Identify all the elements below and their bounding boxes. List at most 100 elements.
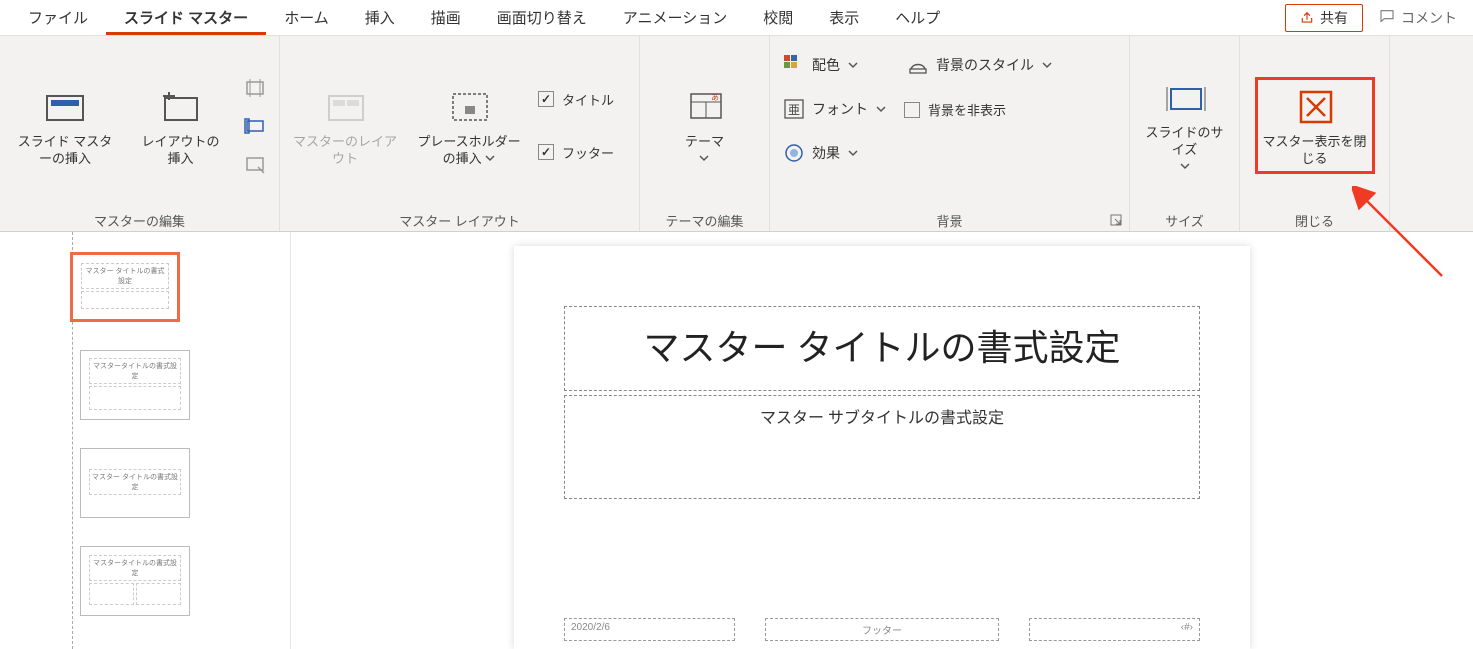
- fonts-icon: 亜: [784, 99, 804, 119]
- placeholder-footer[interactable]: フッター: [765, 618, 999, 641]
- tab-animation[interactable]: アニメーション: [605, 1, 745, 34]
- bg-styles-button[interactable]: 背景のスタイル: [904, 52, 1056, 78]
- tab-insert[interactable]: 挿入: [347, 1, 413, 34]
- group-label-master-layout: マスター レイアウト: [290, 205, 629, 227]
- master-layout-icon: [321, 84, 369, 128]
- ribbon: スライド マスターの挿入 レイアウトの挿入 マスターの編集: [0, 36, 1473, 232]
- thumbnail-title: マスタータイトルの書式設定: [89, 555, 181, 581]
- rename-icon: [244, 115, 266, 137]
- fonts-button[interactable]: 亜 フォント: [780, 96, 890, 122]
- fonts-label: フォント: [812, 99, 868, 119]
- annotation-highlight: マスター表示を閉じる: [1255, 77, 1375, 175]
- master-layout-label: マスターのレイアウト: [292, 134, 398, 168]
- checkbox-icon: [538, 144, 554, 160]
- thumbnail-layout[interactable]: マスター タイトルの書式設定: [80, 448, 190, 518]
- delete-icon: [244, 77, 266, 99]
- tab-help[interactable]: ヘルプ: [877, 1, 958, 34]
- close-icon: [1291, 84, 1339, 128]
- effects-icon: [784, 143, 804, 163]
- placeholder-subtitle[interactable]: マスター サブタイトルの書式設定: [564, 395, 1200, 499]
- svg-text:亜: 亜: [788, 103, 800, 117]
- title-checkbox[interactable]: タイトル: [538, 86, 614, 113]
- tab-file[interactable]: ファイル: [10, 1, 106, 34]
- tab-review[interactable]: 校閲: [745, 1, 811, 34]
- thumbnail-pane: マスター タイトルの書式設定 マスタータイトルの書式設定 マスター タイトルの書…: [0, 232, 290, 649]
- chevron-down-icon: [699, 153, 709, 163]
- chevron-down-icon: [1180, 161, 1190, 171]
- thumbnail-title: マスター タイトルの書式設定: [89, 469, 181, 495]
- chevron-down-icon: [848, 148, 858, 158]
- group-label-edit-master: マスターの編集: [10, 205, 269, 227]
- delete-button[interactable]: [241, 74, 269, 102]
- comment-label: コメント: [1401, 8, 1457, 28]
- theme-icon: あ: [681, 84, 729, 128]
- rename-button[interactable]: [241, 112, 269, 140]
- effects-label: 効果: [812, 143, 840, 163]
- thumbnail-master[interactable]: マスター タイトルの書式設定: [70, 252, 180, 322]
- colors-button[interactable]: 配色: [780, 52, 890, 78]
- group-label-background: 背景: [780, 205, 1119, 227]
- chevron-down-icon: [848, 60, 858, 70]
- slide-size-icon: [1161, 75, 1209, 119]
- tab-view[interactable]: 表示: [811, 1, 877, 34]
- placeholder-date[interactable]: 2020/2/6: [564, 618, 735, 641]
- hide-bg-label: 背景を非表示: [928, 100, 1006, 119]
- tab-draw[interactable]: 描画: [413, 1, 479, 34]
- preserve-icon: [244, 153, 266, 175]
- layout-icon: [157, 84, 205, 128]
- bg-styles-label: 背景のスタイル: [936, 55, 1034, 75]
- group-label-size: サイズ: [1140, 205, 1229, 227]
- chevron-down-icon: [485, 153, 495, 163]
- chevron-down-icon: [1042, 60, 1052, 70]
- checkbox-icon: [538, 91, 554, 107]
- thumbnail-title: マスター タイトルの書式設定: [81, 263, 169, 289]
- share-label: 共有: [1320, 8, 1348, 28]
- insert-layout-label: レイアウトの挿入: [136, 134, 225, 168]
- insert-slide-master-label: スライド マスターの挿入: [12, 134, 118, 168]
- slide-master-icon: [41, 84, 89, 128]
- colors-icon: [784, 55, 804, 75]
- preserve-button[interactable]: [241, 150, 269, 178]
- slide-size-label: スライドのサイズ: [1142, 125, 1227, 176]
- share-icon: [1300, 11, 1314, 25]
- effects-button[interactable]: 効果: [780, 140, 890, 166]
- tab-home[interactable]: ホーム: [266, 1, 347, 34]
- theme-label: テーマ: [685, 134, 724, 168]
- thumbnail-layout[interactable]: マスタータイトルの書式設定: [80, 546, 190, 616]
- chevron-down-icon: [876, 104, 886, 114]
- colors-label: 配色: [812, 55, 840, 75]
- close-master-view-button[interactable]: マスター表示を閉じる: [1260, 82, 1370, 170]
- close-master-view-label: マスター表示を閉じる: [1262, 134, 1368, 168]
- master-layout-button: マスターのレイアウト: [290, 82, 400, 170]
- placeholder-slide-number[interactable]: ‹#›: [1029, 618, 1200, 641]
- placeholder-icon: [445, 84, 493, 128]
- slide[interactable]: マスター タイトルの書式設定 マスター サブタイトルの書式設定 2020/2/6…: [514, 246, 1250, 649]
- thumbnail-title: マスタータイトルの書式設定: [89, 358, 181, 384]
- group-label-close: 閉じる: [1250, 205, 1379, 227]
- share-button[interactable]: 共有: [1285, 4, 1363, 32]
- insert-placeholder-button[interactable]: プレースホルダーの挿入: [414, 82, 524, 170]
- group-label-theme-edit: テーマの編集: [650, 205, 759, 227]
- hide-bg-checkbox[interactable]: 背景を非表示: [904, 96, 1056, 123]
- editor-area: マスター タイトルの書式設定 マスタータイトルの書式設定 マスター タイトルの書…: [0, 232, 1473, 649]
- svg-text:あ: あ: [711, 93, 719, 102]
- comment-icon: [1379, 8, 1395, 27]
- thumbnail-layout[interactable]: マスタータイトルの書式設定: [80, 350, 190, 420]
- comment-button[interactable]: コメント: [1373, 5, 1463, 31]
- footer-checkbox[interactable]: フッター: [538, 139, 614, 166]
- dialog-launcher-icon[interactable]: [1109, 213, 1123, 227]
- slide-canvas: マスター タイトルの書式設定 マスター サブタイトルの書式設定 2020/2/6…: [290, 232, 1473, 649]
- checkbox-icon: [904, 102, 920, 118]
- placeholder-title[interactable]: マスター タイトルの書式設定: [564, 306, 1200, 391]
- title-checkbox-label: タイトル: [562, 90, 614, 109]
- tab-slide-master[interactable]: スライド マスター: [106, 1, 266, 35]
- insert-layout-button[interactable]: レイアウトの挿入: [134, 82, 227, 170]
- insert-placeholder-label: プレースホルダーの挿入: [416, 134, 522, 168]
- slide-size-button[interactable]: スライドのサイズ: [1140, 73, 1229, 178]
- tab-transition[interactable]: 画面切り替え: [479, 1, 605, 34]
- bg-style-icon: [908, 55, 928, 75]
- insert-slide-master-button[interactable]: スライド マスターの挿入: [10, 82, 120, 170]
- ribbon-tabs: ファイル スライド マスター ホーム 挿入 描画 画面切り替え アニメーション …: [0, 0, 1473, 36]
- footer-checkbox-label: フッター: [562, 143, 614, 162]
- theme-button[interactable]: あ テーマ: [670, 82, 740, 170]
